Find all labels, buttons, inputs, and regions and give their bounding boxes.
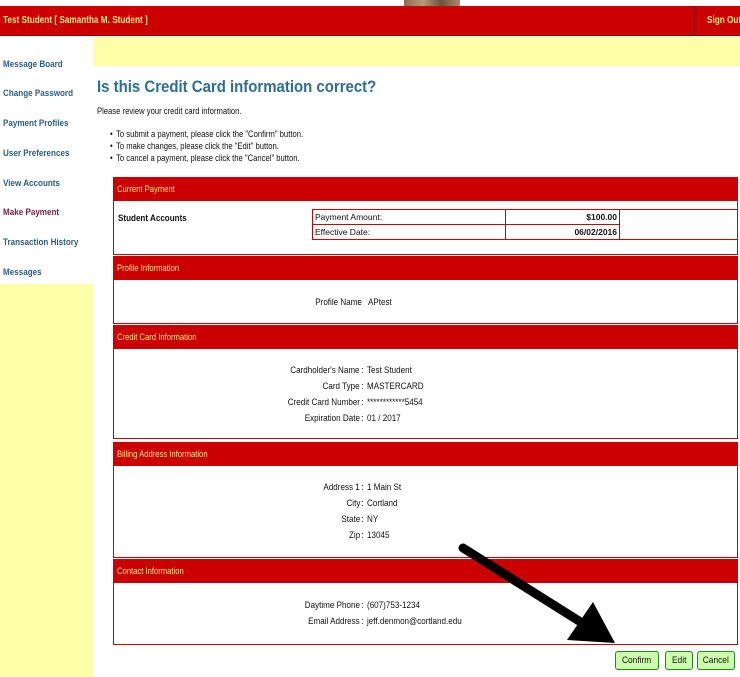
credit-card-field-separator: : — [361, 413, 364, 424]
student-accounts-label: Student Accounts — [118, 213, 187, 224]
effective-date-value: 06/02/2016 — [505, 224, 620, 240]
credit-card-header-label: Credit Card Information — [117, 332, 197, 342]
payment-table-extra-cell — [620, 209, 738, 240]
sidebar-item-user-preferences[interactable]: User Preferences — [3, 148, 69, 159]
billing-field-label: Zip — [348, 530, 360, 541]
credit-card-field-label: Credit Card Number — [287, 397, 360, 408]
sidebar-item-view-accounts[interactable]: View Accounts — [3, 178, 60, 189]
contact-field-label: Email Address — [308, 616, 360, 627]
table-row: Payment Amount: $100.00 — [312, 209, 620, 225]
contact-header: Contact Information — [113, 559, 738, 583]
page-title: Is this Credit Card information correct? — [97, 77, 377, 96]
sidebar: Message Board Change Password Payment Pr… — [0, 48, 93, 677]
top-bar: Test Student [ Samantha M. Student ] Sig… — [0, 6, 740, 36]
sidebar-item-make-payment[interactable]: Make Payment — [3, 207, 59, 218]
credit-card-field-value: Test Student — [367, 365, 412, 376]
profile-header: Profile Information — [113, 256, 738, 280]
billing-header: Billing Address Information — [113, 442, 738, 466]
current-payment-header-label: Current Payment — [117, 184, 175, 194]
effective-date-label: Effective Date: — [312, 224, 506, 240]
payment-table: Payment Amount: $100.00 Effective Date: … — [312, 209, 620, 240]
edit-button[interactable]: Edit — [665, 651, 693, 670]
credit-card-field-separator: : — [361, 381, 364, 392]
sidebar-item-transaction-history[interactable]: Transaction History — [3, 237, 78, 248]
billing-header-label: Billing Address Information — [117, 449, 208, 459]
contact-header-label: Contact Information — [117, 566, 184, 576]
billing-field-separator: : — [361, 498, 364, 509]
sidebar-item-message-board[interactable]: Message Board — [3, 59, 63, 70]
profile-header-label: Profile Information — [117, 263, 180, 273]
section-divider — [113, 644, 738, 645]
sidebar-item-payment-profiles[interactable]: Payment Profiles — [3, 118, 69, 129]
payment-amount-value: $100.00 — [505, 209, 620, 225]
contact-field-value: (607)753-1234 — [367, 600, 420, 611]
user-name: Test Student [ Samantha M. Student ] — [3, 15, 148, 26]
sign-out-link[interactable]: Sign Out — [707, 15, 740, 26]
billing-field-value: NY — [367, 514, 379, 525]
payment-amount-label: Payment Amount: — [312, 209, 506, 225]
contact-field-label: Daytime Phone — [304, 600, 360, 611]
profile-name-label: Profile Name — [315, 297, 362, 308]
current-payment-body: Student Accounts Payment Amount: $100.00… — [113, 201, 738, 255]
instruction-confirm: To submit a payment, please click the "C… — [110, 128, 303, 140]
sidebar-item-messages[interactable]: Messages — [3, 267, 42, 278]
billing-field-separator: : — [361, 530, 364, 541]
billing-field-label: State — [341, 514, 360, 525]
confirm-button[interactable]: Confirm — [615, 651, 659, 670]
billing-field-label: Address 1 — [323, 482, 360, 493]
cancel-button-label: Cancel — [702, 655, 730, 666]
billing-field-value: Cortland — [367, 498, 398, 509]
credit-card-field-value: MASTERCARD — [367, 381, 424, 392]
credit-card-body: Cardholder's Name: Test Student Card Type:… — [113, 349, 738, 439]
credit-card-field-label: Card Type — [322, 381, 360, 392]
billing-field-value: 1 Main St — [367, 482, 402, 493]
confirm-button-label: Confirm — [622, 655, 652, 666]
credit-card-field-value: ************5454 — [367, 397, 423, 408]
billing-field-value: 13045 — [367, 530, 390, 541]
header-band — [93, 37, 740, 66]
instruction-edit: To make changes, please click the "Edit"… — [110, 140, 303, 152]
intro-text: Please review your credit card informati… — [97, 106, 242, 116]
edit-button-label: Edit — [671, 655, 687, 666]
current-payment-header: Current Payment — [113, 177, 738, 201]
pointer-arrow-icon — [458, 543, 615, 643]
sidebar-item-change-password[interactable]: Change Password — [3, 88, 73, 99]
billing-field-label: City — [346, 498, 360, 509]
credit-card-field-value: 01 / 2017 — [367, 413, 401, 424]
profile-name-value: APtest — [368, 297, 392, 308]
contact-field-separator: : — [361, 616, 364, 627]
contact-body: Daytime Phone: (607)753-1234 Email Address… — [113, 583, 738, 645]
credit-card-field-label: Cardholder's Name — [290, 365, 360, 376]
instruction-cancel: To cancel a payment, please click the "C… — [110, 152, 303, 164]
credit-card-field-separator: : — [361, 397, 364, 408]
contact-field-separator: : — [361, 600, 364, 611]
table-row: Effective Date: 06/02/2016 — [312, 224, 620, 240]
billing-body: Address 1:1 Main St City: Cortland State: NY… — [113, 466, 738, 558]
credit-card-field-label: Expiration Date — [304, 413, 360, 424]
credit-card-field-separator: : — [361, 365, 364, 376]
instruction-list: To submit a payment, please click the "C… — [110, 128, 337, 164]
sidebar-nav-area — [0, 48, 93, 284]
billing-field-separator: : — [361, 514, 364, 525]
cancel-button[interactable]: Cancel — [697, 651, 735, 670]
contact-field-value: jeff.denmon@cortland.edu — [367, 616, 462, 627]
profile-body: Profile Name : APtest — [113, 280, 738, 324]
credit-card-header: Credit Card Information — [113, 325, 738, 349]
billing-field-separator: : — [361, 482, 364, 493]
top-bar-divider — [694, 6, 695, 36]
